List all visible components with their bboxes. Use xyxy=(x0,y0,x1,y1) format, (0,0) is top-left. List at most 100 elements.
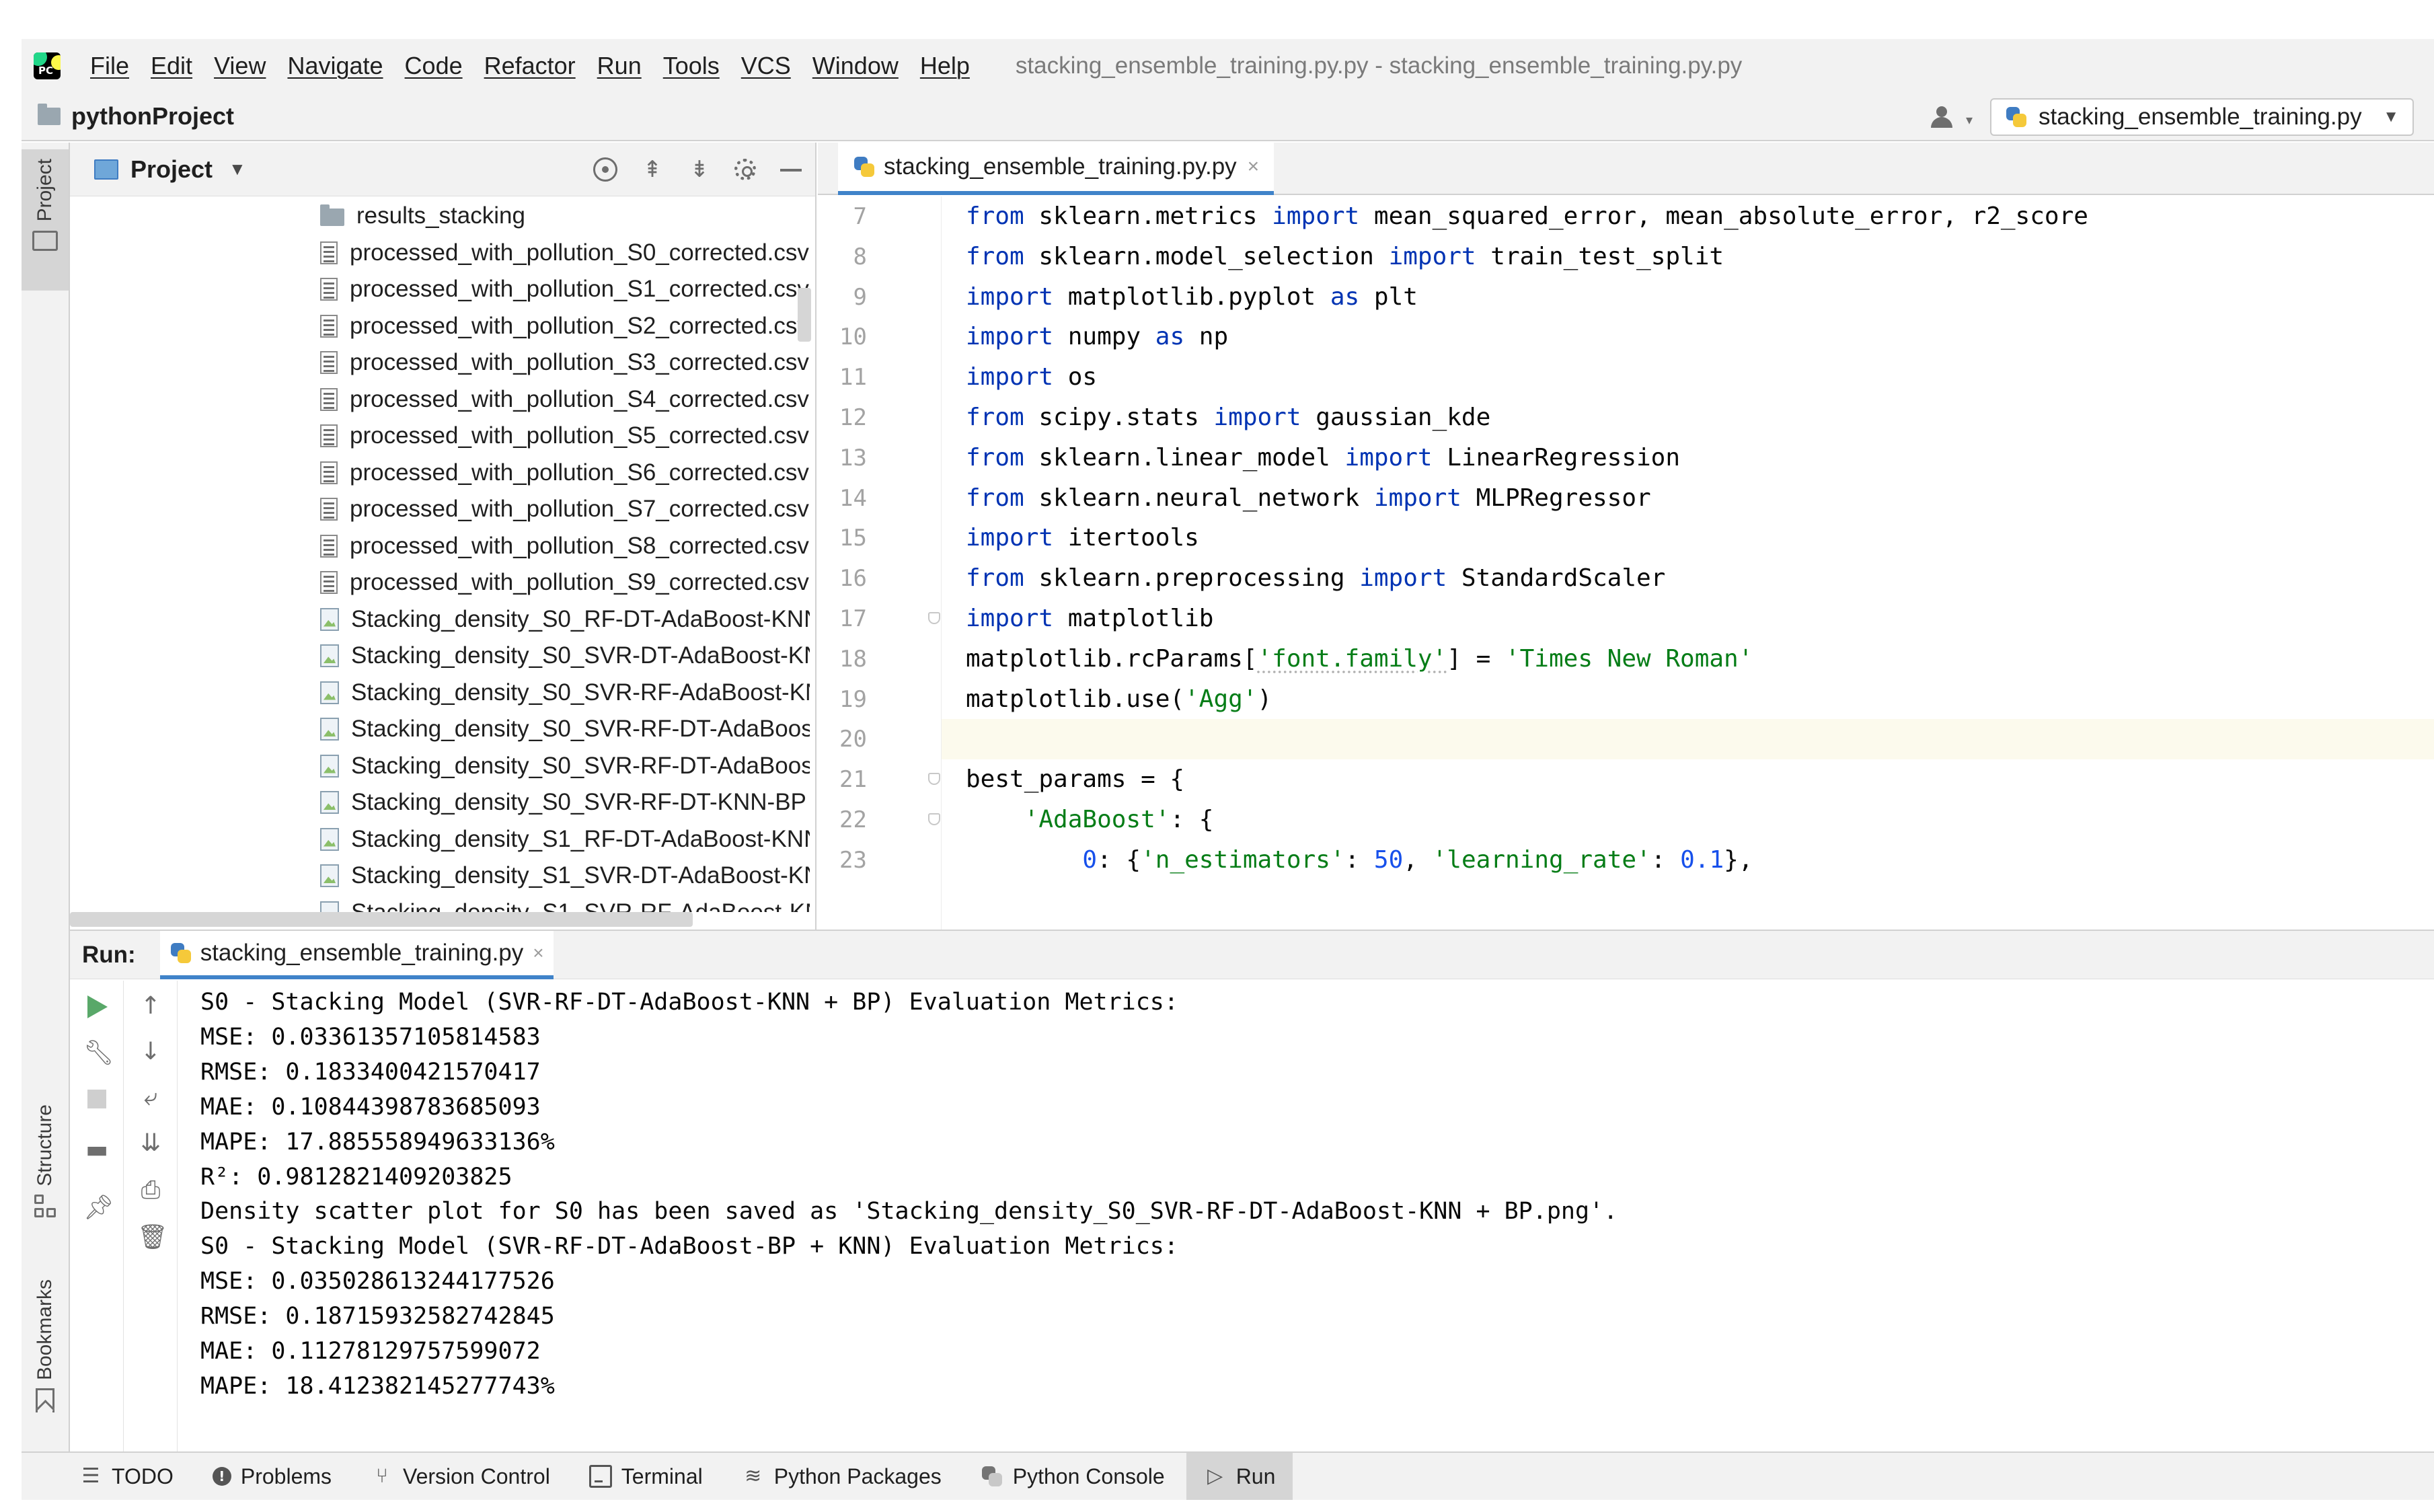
tree-file-item[interactable]: Stacking_density_S0_SVR-RF-DT-AdaBoost-B… xyxy=(320,711,810,747)
hide-panel-icon[interactable] xyxy=(779,157,803,182)
tree-file-item[interactable]: processed_with_pollution_S2_corrected.cs… xyxy=(320,308,809,344)
tree-file-item[interactable]: Stacking_density_S0_SVR-DT-AdaBoost-KNN-… xyxy=(320,638,810,674)
code-token: 50 xyxy=(1373,845,1404,874)
run-toolbar-secondary: ↑ ↓ ⤶ ⇊ ⎙ 🗑︎ xyxy=(124,981,178,1453)
tree-file-item[interactable]: Stacking_density_S0_SVR-RF-AdaBoost-KNN-… xyxy=(320,675,810,711)
menu-refactor[interactable]: Refactor xyxy=(484,52,576,80)
menu-window[interactable]: Window xyxy=(812,52,899,80)
trash-icon[interactable]: 🗑︎ xyxy=(137,1224,168,1251)
tree-file-item[interactable]: processed_with_pollution_S0_corrected.cs… xyxy=(320,235,809,271)
menu-navigate[interactable]: Navigate xyxy=(287,52,383,80)
tree-file-item[interactable]: processed_with_pollution_S4_corrected.cs… xyxy=(320,381,809,418)
tool-tab-problems[interactable]: ! Problems xyxy=(195,1453,349,1500)
print-icon[interactable]: ⎙ xyxy=(137,1177,164,1204)
navigation-bar: pythonProject ▾ stacking_ensemble_traini… xyxy=(22,93,2434,141)
run-configuration-select[interactable]: stacking_ensemble_training.py ▼ xyxy=(1990,98,2414,136)
image-file-icon xyxy=(320,607,339,631)
project-view-selector[interactable]: Project xyxy=(130,155,213,184)
tree-horizontal-scrollbar[interactable] xyxy=(70,912,693,927)
menu-file[interactable]: File xyxy=(90,52,129,80)
tree-vertical-scrollbar[interactable] xyxy=(798,288,811,342)
code-token: best_params = { xyxy=(966,765,1185,794)
collapse-all-icon[interactable]: ⇟ xyxy=(687,157,712,182)
tree-item-label: Stacking_density_S0_SVR-RF-DT-AdaBoost-B… xyxy=(351,716,810,742)
menu-help[interactable]: Help xyxy=(920,52,970,80)
info-icon: ! xyxy=(212,1467,231,1486)
layout-icon[interactable]: ▬ xyxy=(83,1137,110,1164)
tool-tab-project[interactable]: Project xyxy=(22,149,69,291)
tree-file-item[interactable]: Stacking_density_S1_SVR-RF-AdaBoost-KNN-… xyxy=(320,895,810,912)
menu-edit[interactable]: Edit xyxy=(151,52,192,80)
tree-file-item[interactable]: processed_with_pollution_S8_corrected.cs… xyxy=(320,528,809,564)
menu-view[interactable]: View xyxy=(214,52,266,80)
tree-file-item[interactable]: Stacking_density_S0_SVR-RF-DT-AdaBoost-K… xyxy=(320,748,810,784)
fold-marker-icon[interactable] xyxy=(928,612,940,624)
editor-tab-active[interactable]: stacking_ensemble_training.py.py × xyxy=(838,143,1275,195)
arrow-up-icon[interactable]: ↑ xyxy=(137,993,164,1020)
tree-file-item[interactable]: processed_with_pollution_S6_corrected.cs… xyxy=(320,455,809,491)
folder-icon xyxy=(320,204,344,226)
tool-tab-project-label: Project xyxy=(34,159,56,222)
code-area[interactable]: from sklearn.metrics import mean_squared… xyxy=(942,196,2434,930)
line-number-gutter: 7 8 9 10 11 12 13 14 15 16 17 18 19 20 21 22 23 xyxy=(818,196,942,930)
scroll-to-end-icon[interactable]: ⇊ xyxy=(137,1130,164,1157)
tree-file-item[interactable]: processed_with_pollution_S9_corrected.cs… xyxy=(320,564,809,601)
line-number: 19 xyxy=(839,685,867,713)
expand-all-icon[interactable]: ⇞ xyxy=(640,157,664,182)
tree-item-label: processed_with_pollution_S9_corrected.cs… xyxy=(350,569,809,595)
line-number: 11 xyxy=(839,364,867,391)
console-output[interactable]: S0 - Stacking Model (SVR-RF-DT-AdaBoost-… xyxy=(178,981,2434,1453)
code-token: scipy.stats xyxy=(1024,404,1214,431)
tree-file-item[interactable]: Stacking_density_S1_SVR-DT-AdaBoost-KNN-… xyxy=(320,858,810,894)
arrow-down-icon[interactable]: ↓ xyxy=(137,1038,164,1065)
tree-file-item[interactable]: processed_with_pollution_S7_corrected.cs… xyxy=(320,491,809,527)
close-icon[interactable]: × xyxy=(1248,155,1260,178)
tool-tab-bookmarks[interactable]: Bookmarks xyxy=(22,1279,69,1441)
run-toolbar-primary: 🔧︎ ▬ 📌︎ xyxy=(70,981,124,1453)
tree-file-item[interactable]: processed_with_pollution_S1_corrected.cs… xyxy=(320,271,809,307)
wrench-icon[interactable]: 🔧︎ xyxy=(83,1040,114,1067)
code-token: import xyxy=(966,524,1054,552)
menu-vcs[interactable]: VCS xyxy=(741,52,791,80)
line-number: 15 xyxy=(839,525,867,552)
image-file-icon xyxy=(320,901,339,912)
close-icon[interactable]: × xyxy=(533,942,543,964)
run-tab[interactable]: stacking_ensemble_training.py × xyxy=(159,930,554,979)
code-token: : { xyxy=(1170,806,1214,833)
tool-tab-version-control[interactable]: ⑂ Version Control xyxy=(353,1453,568,1500)
code-token: from xyxy=(966,242,1024,270)
chevron-down-icon[interactable]: ▼ xyxy=(229,159,246,180)
menu-tools[interactable]: Tools xyxy=(663,52,720,80)
code-token: : { xyxy=(1097,845,1141,874)
tree-file-item[interactable]: processed_with_pollution_S3_corrected.cs… xyxy=(320,344,809,381)
breadcrumb-project[interactable]: pythonProject xyxy=(71,102,234,130)
menu-run[interactable]: Run xyxy=(597,52,642,80)
editor-tab-bar: stacking_ensemble_training.py.py × xyxy=(818,143,2434,195)
tree-file-item[interactable]: processed_with_pollution_S5_corrected.cs… xyxy=(320,418,809,454)
gear-icon[interactable] xyxy=(734,159,756,180)
tree-file-item[interactable]: Stacking_density_S0_RF-DT-AdaBoost-KNN-B… xyxy=(320,601,810,638)
console-line: MAPE: 18.412382145277743% xyxy=(200,1372,555,1400)
code-token: matplotlib.rcParams[ xyxy=(966,644,1258,673)
tool-tab-terminal[interactable]: Terminal xyxy=(572,1453,720,1500)
tool-tab-python-packages[interactable]: ≋ Python Packages xyxy=(724,1453,959,1500)
tree-file-item[interactable]: Stacking_density_S0_SVR-RF-DT-KNN-BP + A… xyxy=(320,784,810,821)
code-token: from xyxy=(966,404,1024,431)
tool-tab-structure[interactable]: Structure xyxy=(22,1104,69,1252)
tool-tab-run[interactable]: ▷ Run xyxy=(1186,1453,1293,1500)
rerun-icon[interactable] xyxy=(87,995,108,1018)
menu-code[interactable]: Code xyxy=(405,52,463,80)
fold-marker-icon[interactable] xyxy=(928,773,940,786)
tree-folder-item[interactable]: results_stacking xyxy=(320,199,525,234)
tool-tab-todo[interactable]: ☰ TODO xyxy=(62,1453,191,1500)
pin-icon[interactable]: 📌︎ xyxy=(83,1195,114,1221)
soft-wrap-icon[interactable]: ⤶ xyxy=(137,1084,164,1111)
locate-file-icon[interactable] xyxy=(593,157,617,182)
run-window-header: Run: stacking_ensemble_training.py × xyxy=(70,930,2434,979)
stop-icon[interactable] xyxy=(87,1090,106,1108)
fold-marker-icon[interactable] xyxy=(928,813,940,825)
tree-file-item[interactable]: Stacking_density_S1_RF-DT-AdaBoost-KNN-B… xyxy=(320,821,810,858)
project-tree: results_stacking processed_with_pollution… xyxy=(70,199,810,912)
tool-tab-python-console[interactable]: Python Console xyxy=(963,1453,1182,1500)
user-account-icon[interactable]: ▾ xyxy=(1928,104,1975,130)
